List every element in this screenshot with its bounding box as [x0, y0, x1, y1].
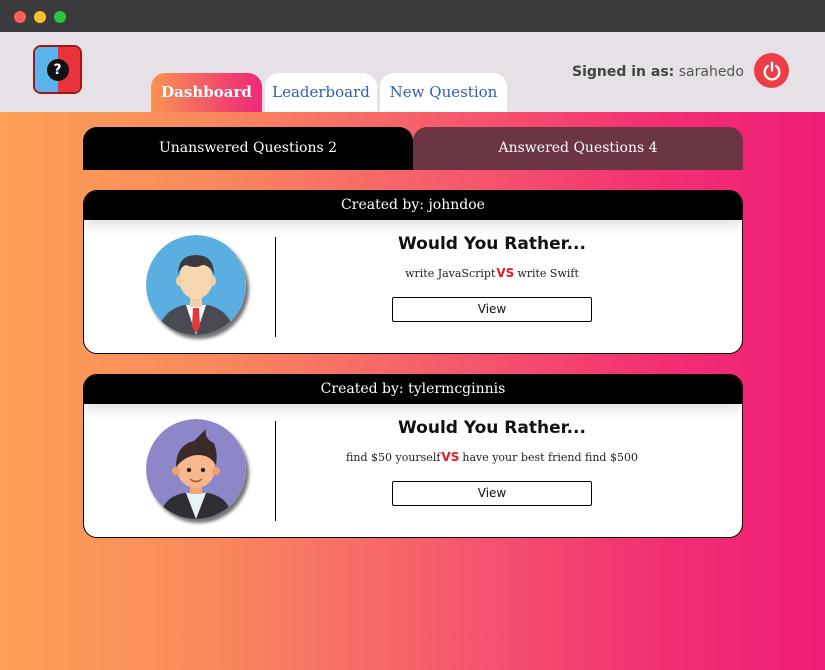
view-poll-button[interactable]: View	[392, 481, 592, 506]
dashboard-main: Unanswered Questions 2 Answered Question…	[0, 112, 825, 670]
close-window-button[interactable]	[14, 11, 26, 23]
app-header: ? Dashboard Leaderboard New Question Sig…	[0, 32, 825, 112]
young-man-avatar-icon	[146, 419, 246, 519]
option-two: have your best friend find $500	[462, 451, 638, 464]
tab-new-question[interactable]: New Question	[380, 73, 507, 112]
would-you-rather-logo-icon[interactable]: ?	[33, 45, 82, 94]
signed-in-label: Signed in as:	[572, 64, 675, 80]
option-two: write Swift	[517, 267, 579, 280]
question-card: Created by: johndoe Would You Rather... …	[83, 190, 743, 354]
tab-leaderboard[interactable]: Leaderboard	[265, 73, 377, 112]
signed-in-status: Signed in as: sarahedo	[572, 64, 744, 80]
question-title: Would You Rather...	[398, 234, 586, 254]
question-options: write JavaScriptVS write Swift	[276, 266, 708, 280]
window-titlebar	[0, 0, 825, 32]
vs-label: VS	[496, 266, 515, 280]
question-title: Would You Rather...	[398, 418, 586, 438]
vs-label: VS	[441, 450, 460, 464]
businessman-avatar-icon	[146, 235, 246, 335]
signed-in-user: sarahedo	[678, 64, 744, 80]
power-icon	[762, 61, 781, 80]
maximize-window-button[interactable]	[54, 11, 66, 23]
tab-dashboard[interactable]: Dashboard	[151, 73, 262, 112]
option-one: write JavaScript	[405, 267, 496, 280]
minimize-window-button[interactable]	[34, 11, 46, 23]
tab-unanswered-questions[interactable]: Unanswered Questions 2	[83, 127, 413, 170]
logout-button[interactable]	[754, 53, 789, 88]
tab-answered-questions[interactable]: Answered Questions 4	[413, 127, 743, 170]
option-one: find $50 yourself	[346, 451, 441, 464]
view-poll-button[interactable]: View	[392, 297, 592, 322]
question-options: find $50 yourselfVS have your best friend…	[276, 450, 708, 464]
question-author: Created by: johndoe	[84, 191, 742, 220]
question-author: Created by: tylermcginnis	[84, 375, 742, 404]
question-card: Created by: tylermcginnis Would You Rath…	[83, 374, 743, 538]
